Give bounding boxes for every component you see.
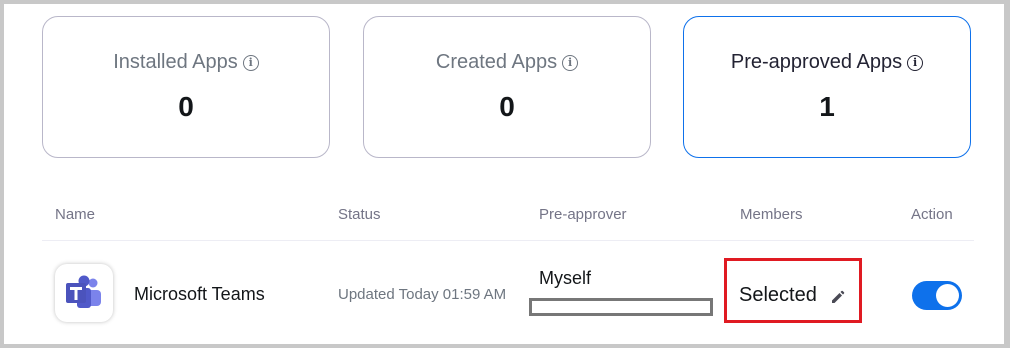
card-preapproved-apps[interactable]: Pre-approved Apps i 1 <box>683 16 971 158</box>
members-value: Selected <box>739 284 817 306</box>
column-header-members[interactable]: Members <box>740 206 803 223</box>
app-name[interactable]: Microsoft Teams <box>134 284 265 305</box>
preapprover-text: Myself <box>539 268 592 288</box>
app-dashboard: Installed Apps i 0 Created Apps i 0 Pre-ap… <box>4 4 1004 344</box>
card-count: 0 <box>499 91 515 122</box>
card-title: Installed Apps i <box>43 51 329 74</box>
info-icon[interactable]: i <box>907 55 924 71</box>
card-count: 0 <box>178 91 194 122</box>
pencil-icon[interactable] <box>829 288 847 306</box>
info-icon[interactable]: i <box>562 55 579 71</box>
card-count: 1 <box>819 91 835 122</box>
column-header-status[interactable]: Status <box>338 206 381 223</box>
card-created-apps[interactable]: Created Apps i 0 <box>363 16 651 158</box>
card-installed-apps[interactable]: Installed Apps i 0 <box>42 16 330 158</box>
toggle-knob <box>936 284 959 307</box>
summary-cards: Installed Apps i 0 Created Apps i 0 Pre-ap… <box>42 16 974 161</box>
column-header-preapprover[interactable]: Pre-approver <box>539 206 627 223</box>
microsoft-teams-icon <box>55 264 113 322</box>
info-icon[interactable]: i <box>242 55 259 71</box>
redacted-field <box>529 298 713 316</box>
column-header-action[interactable]: Action <box>911 206 953 223</box>
table-row: Microsoft Teams Updated Today 01:59 AM M… <box>42 240 974 344</box>
table-header: Name Status Pre-approver Members Action <box>42 204 974 241</box>
status-text: Updated Today 01:59 AM <box>338 286 507 303</box>
column-header-name[interactable]: Name <box>55 206 95 223</box>
card-title: Created Apps i <box>364 51 650 74</box>
card-title: Pre-approved Apps i <box>684 51 970 74</box>
enable-toggle[interactable] <box>912 281 962 310</box>
